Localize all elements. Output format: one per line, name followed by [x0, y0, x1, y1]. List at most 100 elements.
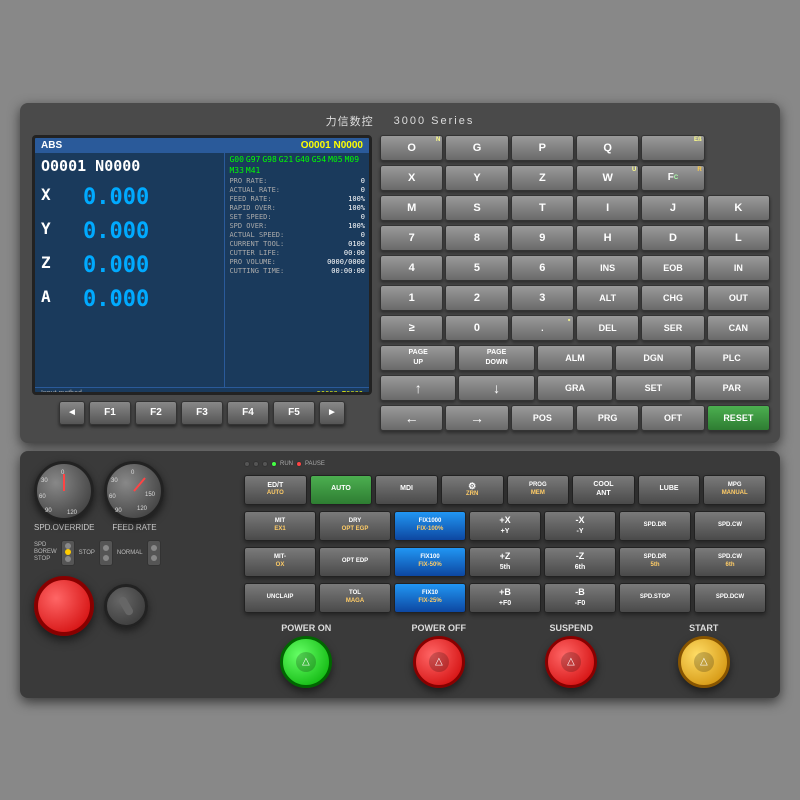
- ctrl-plus-b[interactable]: +B +F0: [469, 583, 541, 613]
- key-prg[interactable]: PRG: [576, 405, 639, 431]
- f4-button[interactable]: F4: [227, 401, 269, 425]
- f2-button[interactable]: F2: [135, 401, 177, 425]
- key-l[interactable]: L: [707, 225, 770, 251]
- key-6[interactable]: 6: [511, 255, 574, 281]
- key-y[interactable]: Y: [445, 165, 508, 191]
- key-chg[interactable]: CHG: [641, 285, 704, 311]
- f5-button[interactable]: F5: [273, 401, 315, 425]
- f-next-button[interactable]: ►: [319, 401, 345, 425]
- key-pos[interactable]: POS: [511, 405, 574, 431]
- key-9[interactable]: 9: [511, 225, 574, 251]
- ctrl-spd-dr-5th[interactable]: SPD.DR 5th: [619, 547, 691, 577]
- key-3[interactable]: 3: [511, 285, 574, 311]
- ctrl-spd-stop[interactable]: SPD.STOP: [619, 583, 691, 613]
- key-8[interactable]: 8: [445, 225, 508, 251]
- ctrl-tol-maga[interactable]: TOL MAGA: [319, 583, 391, 613]
- ctrl-spd-dr[interactable]: SPD.DR: [619, 511, 691, 541]
- ctrl-fix100[interactable]: FIX100 FIX-50%: [394, 547, 466, 577]
- key-q[interactable]: Eß: [641, 135, 704, 161]
- key-z[interactable]: Z: [511, 165, 574, 191]
- key-0[interactable]: 0: [445, 315, 508, 341]
- ctrl-unclaip[interactable]: UNCLAIP: [244, 583, 316, 613]
- key-out[interactable]: OUT: [707, 285, 770, 311]
- ctrl-coolant[interactable]: COOLANT: [572, 475, 635, 505]
- key-g[interactable]: P: [511, 135, 574, 161]
- ctrl-edit[interactable]: ED/T AUTO: [244, 475, 307, 505]
- key-reset[interactable]: RESET: [707, 405, 770, 431]
- key-dgn[interactable]: DGN: [615, 345, 691, 371]
- spd-override-dial[interactable]: 0 30 60 90 120: [34, 461, 94, 521]
- key-alt[interactable]: ALT: [576, 285, 639, 311]
- key-can[interactable]: CAN: [707, 315, 770, 341]
- start-button[interactable]: ▽: [678, 636, 730, 688]
- ctrl-spd-cw[interactable]: SPD.CW: [694, 511, 766, 541]
- ctrl-fix10[interactable]: FIX10 FIX-25%: [394, 583, 466, 613]
- key-del[interactable]: DEL: [576, 315, 639, 341]
- key-geq[interactable]: ≥: [380, 315, 443, 341]
- key-m[interactable]: M: [380, 195, 443, 221]
- key-2[interactable]: 2: [445, 285, 508, 311]
- emergency-stop-button[interactable]: [34, 576, 94, 636]
- key-in[interactable]: IN: [707, 255, 770, 281]
- key-dot[interactable]: ∘.: [511, 315, 574, 341]
- key-k[interactable]: K: [707, 195, 770, 221]
- key-i[interactable]: I: [576, 195, 639, 221]
- key-d[interactable]: D: [641, 225, 704, 251]
- ctrl-opt-edp[interactable]: OPT EDP: [319, 547, 391, 577]
- ctrl-manual[interactable]: MPG MANUAL: [703, 475, 766, 505]
- ctrl-mit-ex1[interactable]: MIT EX1: [244, 511, 316, 541]
- ctrl-fix1000[interactable]: FIX1000 FIX-100%: [394, 511, 466, 541]
- key-page-up[interactable]: PAGEUP: [380, 345, 456, 371]
- key-7[interactable]: 7: [380, 225, 443, 251]
- f1-button[interactable]: F1: [89, 401, 131, 425]
- ctrl-lube[interactable]: LUBE: [638, 475, 701, 505]
- key-w[interactable]: UW: [576, 165, 639, 191]
- key-switch[interactable]: [104, 584, 148, 628]
- power-on-button[interactable]: ▽: [280, 636, 332, 688]
- key-s[interactable]: S: [445, 195, 508, 221]
- ctrl-mdi[interactable]: MDI: [375, 475, 438, 505]
- key-oft[interactable]: OFT: [641, 405, 704, 431]
- key-page-down[interactable]: PAGEDOWN: [458, 345, 534, 371]
- f3-button[interactable]: F3: [181, 401, 223, 425]
- key-j[interactable]: J: [641, 195, 704, 221]
- key-gra[interactable]: GRA: [537, 375, 613, 401]
- feed-rate-dial[interactable]: 0 30 60 90 120 150: [104, 461, 164, 521]
- key-alm[interactable]: ALM: [537, 345, 613, 371]
- ctrl-minus-b[interactable]: -B -F0: [544, 583, 616, 613]
- ctrl-minus-x[interactable]: -X -Y: [544, 511, 616, 541]
- key-n[interactable]: G: [445, 135, 508, 161]
- key-p[interactable]: Q: [576, 135, 639, 161]
- key-eob[interactable]: EOB: [641, 255, 704, 281]
- key-f[interactable]: RF C: [641, 165, 704, 191]
- ctrl-program-memory[interactable]: PROG MEM: [507, 475, 570, 505]
- suspend-button[interactable]: ▽: [545, 636, 597, 688]
- key-set[interactable]: SET: [615, 375, 691, 401]
- key-plc[interactable]: PLC: [694, 345, 770, 371]
- key-left[interactable]: ←: [380, 405, 443, 431]
- ctrl-mit-ox[interactable]: MIT- OX: [244, 547, 316, 577]
- ctrl-plus-z[interactable]: +Z 5th: [469, 547, 541, 577]
- f-prev-button[interactable]: ◄: [59, 401, 85, 425]
- ctrl-auto[interactable]: AUTO: [310, 475, 373, 505]
- key-5[interactable]: 5: [445, 255, 508, 281]
- key-ser[interactable]: SER: [641, 315, 704, 341]
- ctrl-plus-x[interactable]: +X +Y: [469, 511, 541, 541]
- key-o[interactable]: NO: [380, 135, 443, 161]
- key-x[interactable]: X: [380, 165, 443, 191]
- key-par[interactable]: PAR: [694, 375, 770, 401]
- key-4[interactable]: 4: [380, 255, 443, 281]
- ctrl-dry-run[interactable]: DRY OPT EGP: [319, 511, 391, 541]
- ctrl-minus-z[interactable]: -Z 6th: [544, 547, 616, 577]
- ctrl-spd-dcw[interactable]: SPD.DCW: [694, 583, 766, 613]
- key-up[interactable]: ↑: [380, 375, 456, 401]
- key-ins[interactable]: INS: [576, 255, 639, 281]
- key-h[interactable]: H: [576, 225, 639, 251]
- key-right[interactable]: →: [445, 405, 508, 431]
- key-1[interactable]: 1: [380, 285, 443, 311]
- ctrl-zrn[interactable]: ⚙ ZRN: [441, 475, 504, 505]
- key-t[interactable]: T: [511, 195, 574, 221]
- key-down[interactable]: ↓: [458, 375, 534, 401]
- power-off-button[interactable]: ▽: [413, 636, 465, 688]
- ctrl-spd-cw-6th[interactable]: SPD.CW 6th: [694, 547, 766, 577]
